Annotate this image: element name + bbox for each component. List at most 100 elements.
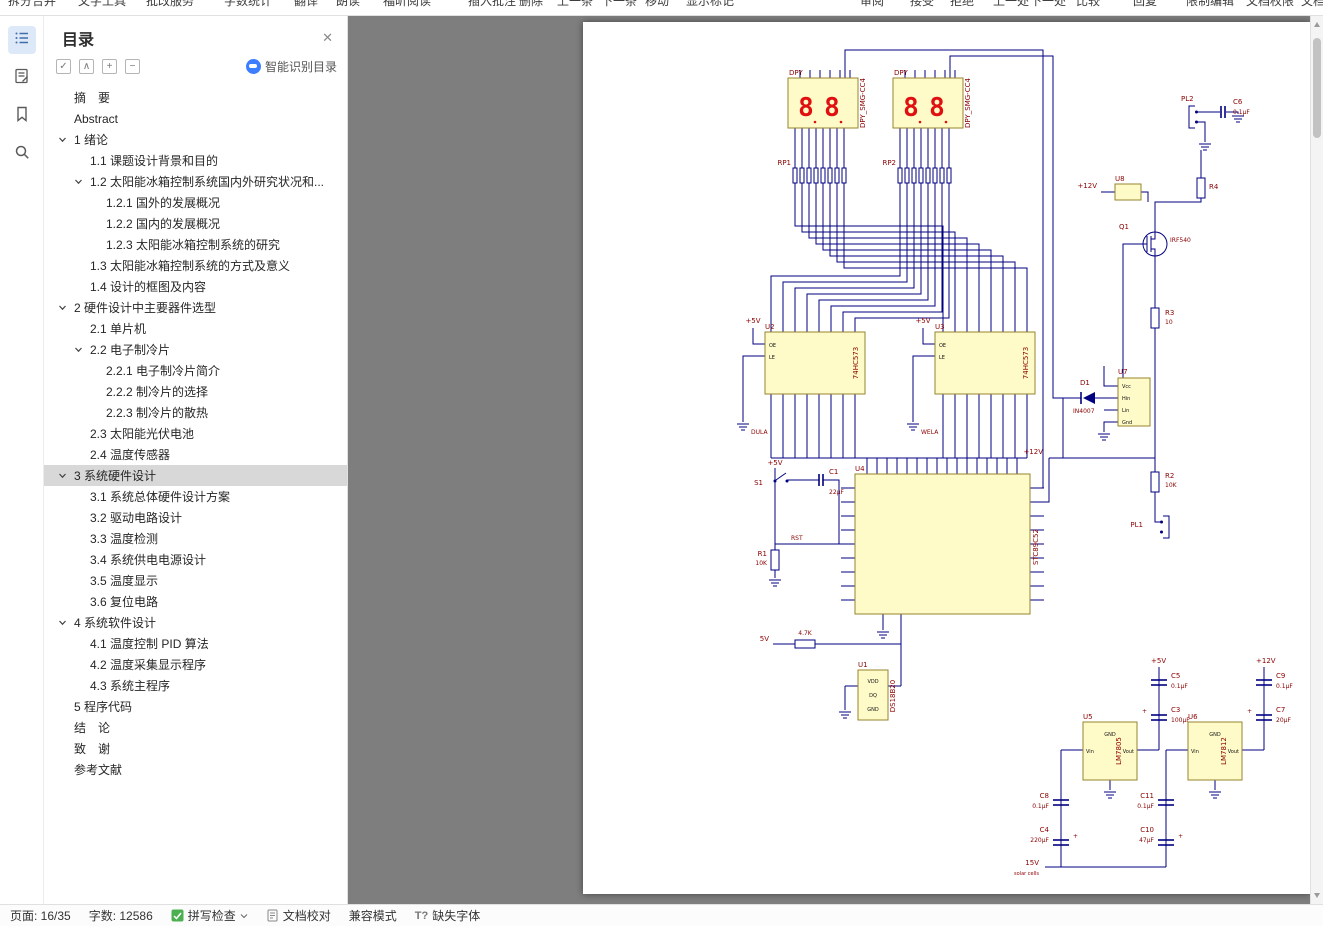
smart-toc-button[interactable]: 智能识别目录 [245, 58, 339, 75]
resistor-pack-element [904, 167, 910, 184]
svg-text:4.7K: 4.7K [798, 630, 813, 637]
toc-item[interactable]: 2 硬件设计中主要器件选型 [44, 297, 347, 318]
wire [1044, 458, 1050, 503]
toolbar-item[interactable]: 比较 [1076, 0, 1100, 9]
toc-item[interactable]: 摘 要 [44, 87, 347, 108]
document-canvas[interactable]: P1.0P0.0P1.1P0.1P1.2P0.2P1.3P0.3RSTP2.0P… [348, 16, 1323, 904]
toolbar-item[interactable]: 接受 [910, 0, 934, 9]
toc-item[interactable]: 3.6 复位电路 [44, 591, 347, 612]
toc-item[interactable]: 3.3 温度检测 [44, 528, 347, 549]
toc-item[interactable]: 3 系统硬件设计 [44, 465, 347, 486]
toc-item-label: 1.2.3 太阳能冰箱控制系统的研究 [106, 238, 281, 252]
chevron-down-icon[interactable] [58, 135, 74, 144]
toc-item[interactable]: 4.2 温度采集显示程序 [44, 654, 347, 675]
proofread-button[interactable]: 文档校对 [266, 907, 331, 924]
toc-item[interactable]: 1.1 课题设计背景和目的 [44, 150, 347, 171]
toolbar-item[interactable]: 删除 [519, 0, 543, 9]
sidebar-search-button[interactable] [8, 140, 36, 168]
toc-item[interactable]: 4 系统软件设计 [44, 612, 347, 633]
toc-item[interactable]: 2.2.1 电子制冷片简介 [44, 360, 347, 381]
word-count[interactable]: 字数: 12586 [89, 907, 153, 924]
toc-item[interactable]: Abstract [44, 108, 347, 129]
toc-item-label: 4.1 温度控制 PID 算法 [90, 637, 209, 651]
spellcheck-icon [171, 909, 184, 922]
chevron-down-icon[interactable] [74, 177, 90, 186]
toolbar-item[interactable]: 拆分合并 [8, 0, 56, 9]
toolbar-item[interactable]: 下一条 [601, 0, 637, 9]
toc-item[interactable]: 1.4 设计的框图及内容 [44, 276, 347, 297]
toc-item[interactable]: 参考文献 [44, 759, 347, 780]
toolbar-item[interactable]: 文档权限 [1246, 0, 1294, 9]
svg-text:+12V: +12V [1077, 182, 1097, 190]
smart-toc-label: 智能识别目录 [264, 60, 337, 74]
toc-item[interactable]: 1.3 太阳能冰箱控制系统的方式及意义 [44, 255, 347, 276]
page-indicator: 页面: 16/35 [10, 909, 71, 923]
toolbar-item[interactable]: 字数统计 [224, 0, 272, 9]
toolbar-item[interactable]: 上一处 [993, 0, 1029, 9]
toolbar-item[interactable]: 回复 [1133, 0, 1157, 9]
spellcheck-button[interactable]: 拼写检查 [171, 907, 248, 924]
label-rp1: RP1 [777, 159, 791, 167]
chevron-down-icon[interactable] [58, 618, 74, 627]
chevron-down-icon[interactable] [74, 345, 90, 354]
toc-item[interactable]: 4.1 温度控制 PID 算法 [44, 633, 347, 654]
toc-item[interactable]: 2.2 电子制冷片 [44, 339, 347, 360]
toc-item[interactable]: 1.2.3 太阳能冰箱控制系统的研究 [44, 234, 347, 255]
toc-control-checkbox[interactable]: ✓ [56, 59, 71, 74]
toc-item[interactable]: 结 论 [44, 717, 347, 738]
toolbar-item[interactable]: 批改服务 [146, 0, 194, 9]
toc-item[interactable]: 1 绪论 [44, 129, 347, 150]
toolbar-item[interactable]: 朗读 [336, 0, 360, 9]
toc-item[interactable]: 1.2 太阳能冰箱控制系统国内外研究状况和... [44, 171, 347, 192]
toc-item[interactable]: 3.2 驱动电路设计 [44, 507, 347, 528]
label-pl2: PL2 [1181, 95, 1194, 103]
toc-item[interactable]: 5 程序代码 [44, 696, 347, 717]
toc-item[interactable]: 4.3 系统主程序 [44, 675, 347, 696]
toc-item[interactable]: 3.1 系统总体硬件设计方案 [44, 486, 347, 507]
toc-item-label: 4.2 温度采集显示程序 [90, 658, 207, 672]
toc-item[interactable]: 3.5 温度显示 [44, 570, 347, 591]
toolbar-item[interactable]: 移动 [645, 0, 669, 9]
toc-item[interactable]: 1.2.2 国内的发展概况 [44, 213, 347, 234]
toolbar-item[interactable]: 显示标记 [686, 0, 734, 9]
toc-item[interactable]: 2.2.3 制冷片的散热 [44, 402, 347, 423]
toolbar-item[interactable]: 福昕阅读 [383, 0, 431, 9]
svg-text:R4: R4 [1209, 183, 1219, 191]
toc-item[interactable]: 2.3 太阳能光伏电池 [44, 423, 347, 444]
chevron-down-icon[interactable] [58, 471, 74, 480]
toolbar-item[interactable]: 审阅 [860, 0, 884, 9]
resistor-pack-element [820, 167, 826, 184]
switch-symbol [775, 472, 787, 481]
toolbar-item[interactable]: 文字工具 [78, 0, 126, 9]
toolbar-item[interactable]: 限制编辑 [1186, 0, 1234, 9]
toc-item[interactable]: 2.2.2 制冷片的选择 [44, 381, 347, 402]
sidebar-outline-button[interactable] [7, 26, 36, 54]
toolbar-item[interactable]: 拒绝 [950, 0, 974, 9]
toolbar-item[interactable]: 上一条 [557, 0, 593, 9]
toc-item[interactable]: 2.4 温度传感器 [44, 444, 347, 465]
toolbar-item[interactable]: 插入批注 [468, 0, 516, 9]
compat-mode-button[interactable]: 兼容模式 [349, 907, 397, 924]
vertical-scrollbar[interactable] [1310, 16, 1323, 904]
toc-control-collapse-up[interactable]: ∧ [79, 59, 94, 74]
toc-item[interactable]: 1.2.1 国外的发展概况 [44, 192, 347, 213]
missing-font-button[interactable]: T? 缺失字体 [415, 907, 480, 924]
toc-item[interactable]: 3.4 系统供电电源设计 [44, 549, 347, 570]
toc-control-collapse-all[interactable]: − [125, 59, 140, 74]
toc-item[interactable]: 2.1 单片机 [44, 318, 347, 339]
scroll-down-arrow[interactable] [1314, 893, 1320, 898]
sidebar-annotation-button[interactable] [8, 64, 36, 92]
toolbar-item[interactable]: 文档认证 [1301, 0, 1323, 9]
chevron-down-icon[interactable] [58, 303, 74, 312]
toolbar-item[interactable]: 翻译 [294, 0, 318, 9]
close-icon[interactable]: ✕ [322, 30, 333, 46]
scroll-up-arrow[interactable] [1314, 22, 1320, 27]
sidebar-bookmark-button[interactable] [8, 102, 36, 130]
toolbar-item[interactable]: 下一处 [1030, 0, 1066, 9]
seven-seg-digit: 8 [929, 93, 945, 123]
svg-text:+12V: +12V [1256, 657, 1276, 665]
toc-item[interactable]: 致 谢 [44, 738, 347, 759]
scrollbar-thumb[interactable] [1313, 38, 1321, 138]
toc-control-expand-all[interactable]: + [102, 59, 117, 74]
svg-text:Hin: Hin [1122, 396, 1130, 402]
